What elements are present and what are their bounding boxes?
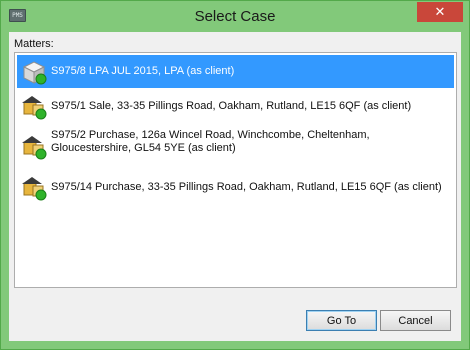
list-item-s975-8[interactable]: S975/8 LPA JUL 2015, LPA (as client) <box>17 55 454 88</box>
case-box-icon <box>20 58 48 86</box>
matters-list[interactable]: S975/8 LPA JUL 2015, LPA (as client) S97… <box>14 52 457 288</box>
title-bar[interactable]: PMS Select Case ✕ <box>1 1 469 32</box>
list-item-s975-2[interactable]: S975/2 Purchase, 126a Wincel Road, Winch… <box>17 125 454 169</box>
dialog-window: PMS Select Case ✕ Matters: S975/8 LPA JU… <box>0 0 470 350</box>
window-title: Select Case <box>194 8 276 25</box>
list-item-label: S975/14 Purchase, 33-35 Pillings Road, O… <box>51 181 442 193</box>
close-button[interactable]: ✕ <box>417 2 463 22</box>
list-item-label: S975/1 Sale, 33-35 Pillings Road, Oakham… <box>51 100 412 112</box>
go-to-button[interactable]: Go To <box>306 310 377 331</box>
list-item-label: S975/2 Purchase, 126a Wincel Road, Winch… <box>51 129 370 154</box>
house-purchase-icon <box>20 133 48 161</box>
button-bar: Go To Cancel <box>9 289 461 341</box>
list-item-s975-1[interactable]: S975/1 Sale, 33-35 Pillings Road, Oakham… <box>17 90 454 123</box>
house-sale-icon <box>20 93 48 121</box>
matters-label: Matters: <box>14 38 54 50</box>
dialog-body: Matters: S975/8 LPA JUL 2015, LPA (as cl… <box>9 32 461 341</box>
list-item-label: S975/8 LPA JUL 2015, LPA (as client) <box>51 65 235 77</box>
list-item-s975-14[interactable]: S975/14 Purchase, 33-35 Pillings Road, O… <box>17 171 454 204</box>
house-purchase-icon <box>20 174 48 202</box>
cancel-button[interactable]: Cancel <box>380 310 451 331</box>
